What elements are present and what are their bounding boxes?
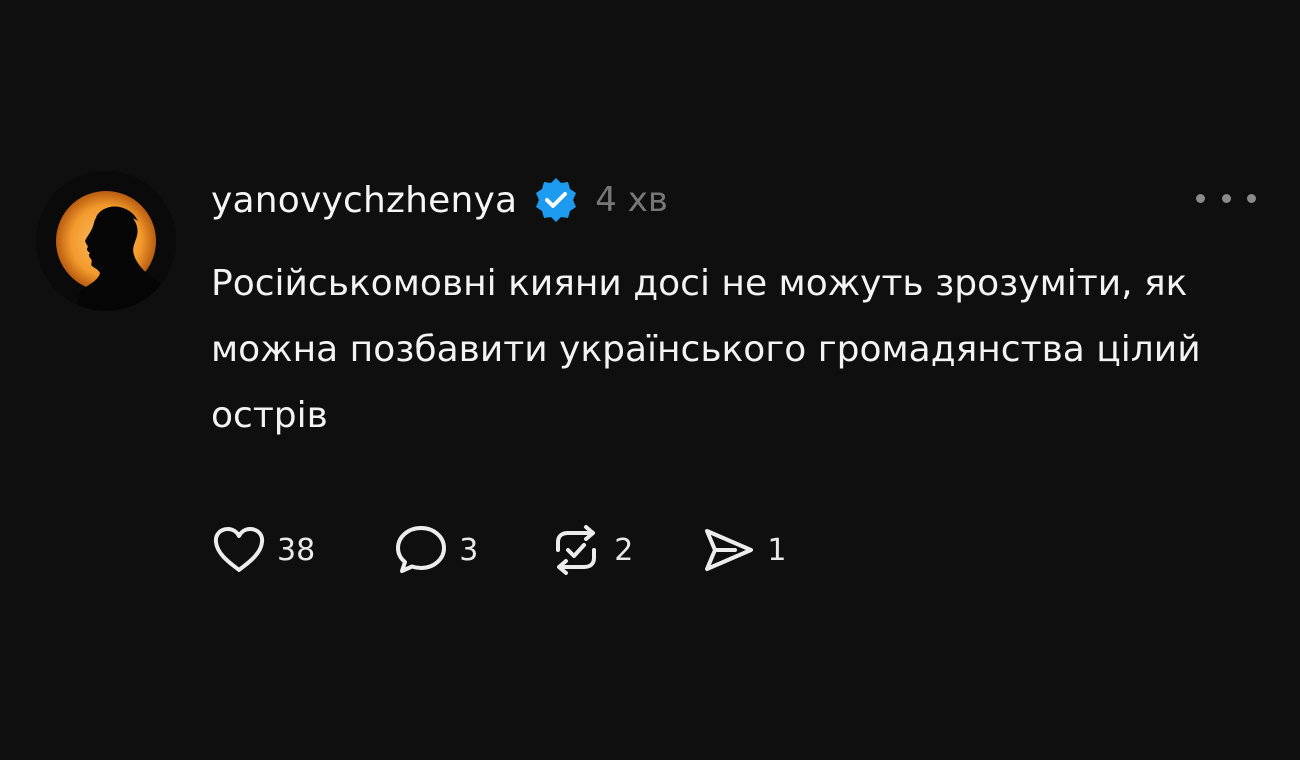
share-count: 1 [767, 532, 787, 568]
post-text: Російськомовні кияни досі не можуть зроз… [211, 263, 1201, 436]
post-timestamp: 4 хв [595, 180, 668, 220]
send-icon [705, 529, 754, 571]
post-actions: 38 3 2 1 [211, 522, 786, 578]
more-dot [1196, 193, 1205, 203]
comment-icon [396, 526, 447, 573]
more-dot [1221, 193, 1231, 203]
share-button[interactable]: 1 [701, 525, 786, 575]
repost-button[interactable]: 2 [548, 524, 633, 576]
reply-button[interactable]: 3 [393, 524, 478, 576]
avatar-image [36, 171, 176, 311]
like-button[interactable]: 38 [211, 525, 315, 575]
like-count: 38 [277, 532, 316, 568]
more-options-icon[interactable] [1196, 186, 1256, 210]
post-header: yanovychzhenya 4 хв [211, 172, 668, 228]
username[interactable]: yanovychzhenya [211, 180, 517, 221]
heart-icon [213, 527, 265, 572]
verified-badge-icon [531, 175, 581, 225]
repost-icon [556, 525, 597, 575]
repost-count: 2 [614, 532, 634, 568]
thread-post: yanovychzhenya 4 хв Російськомовні кияни… [0, 0, 1300, 760]
more-dot [1247, 193, 1256, 203]
avatar[interactable] [36, 171, 176, 311]
reply-count: 3 [459, 532, 479, 568]
